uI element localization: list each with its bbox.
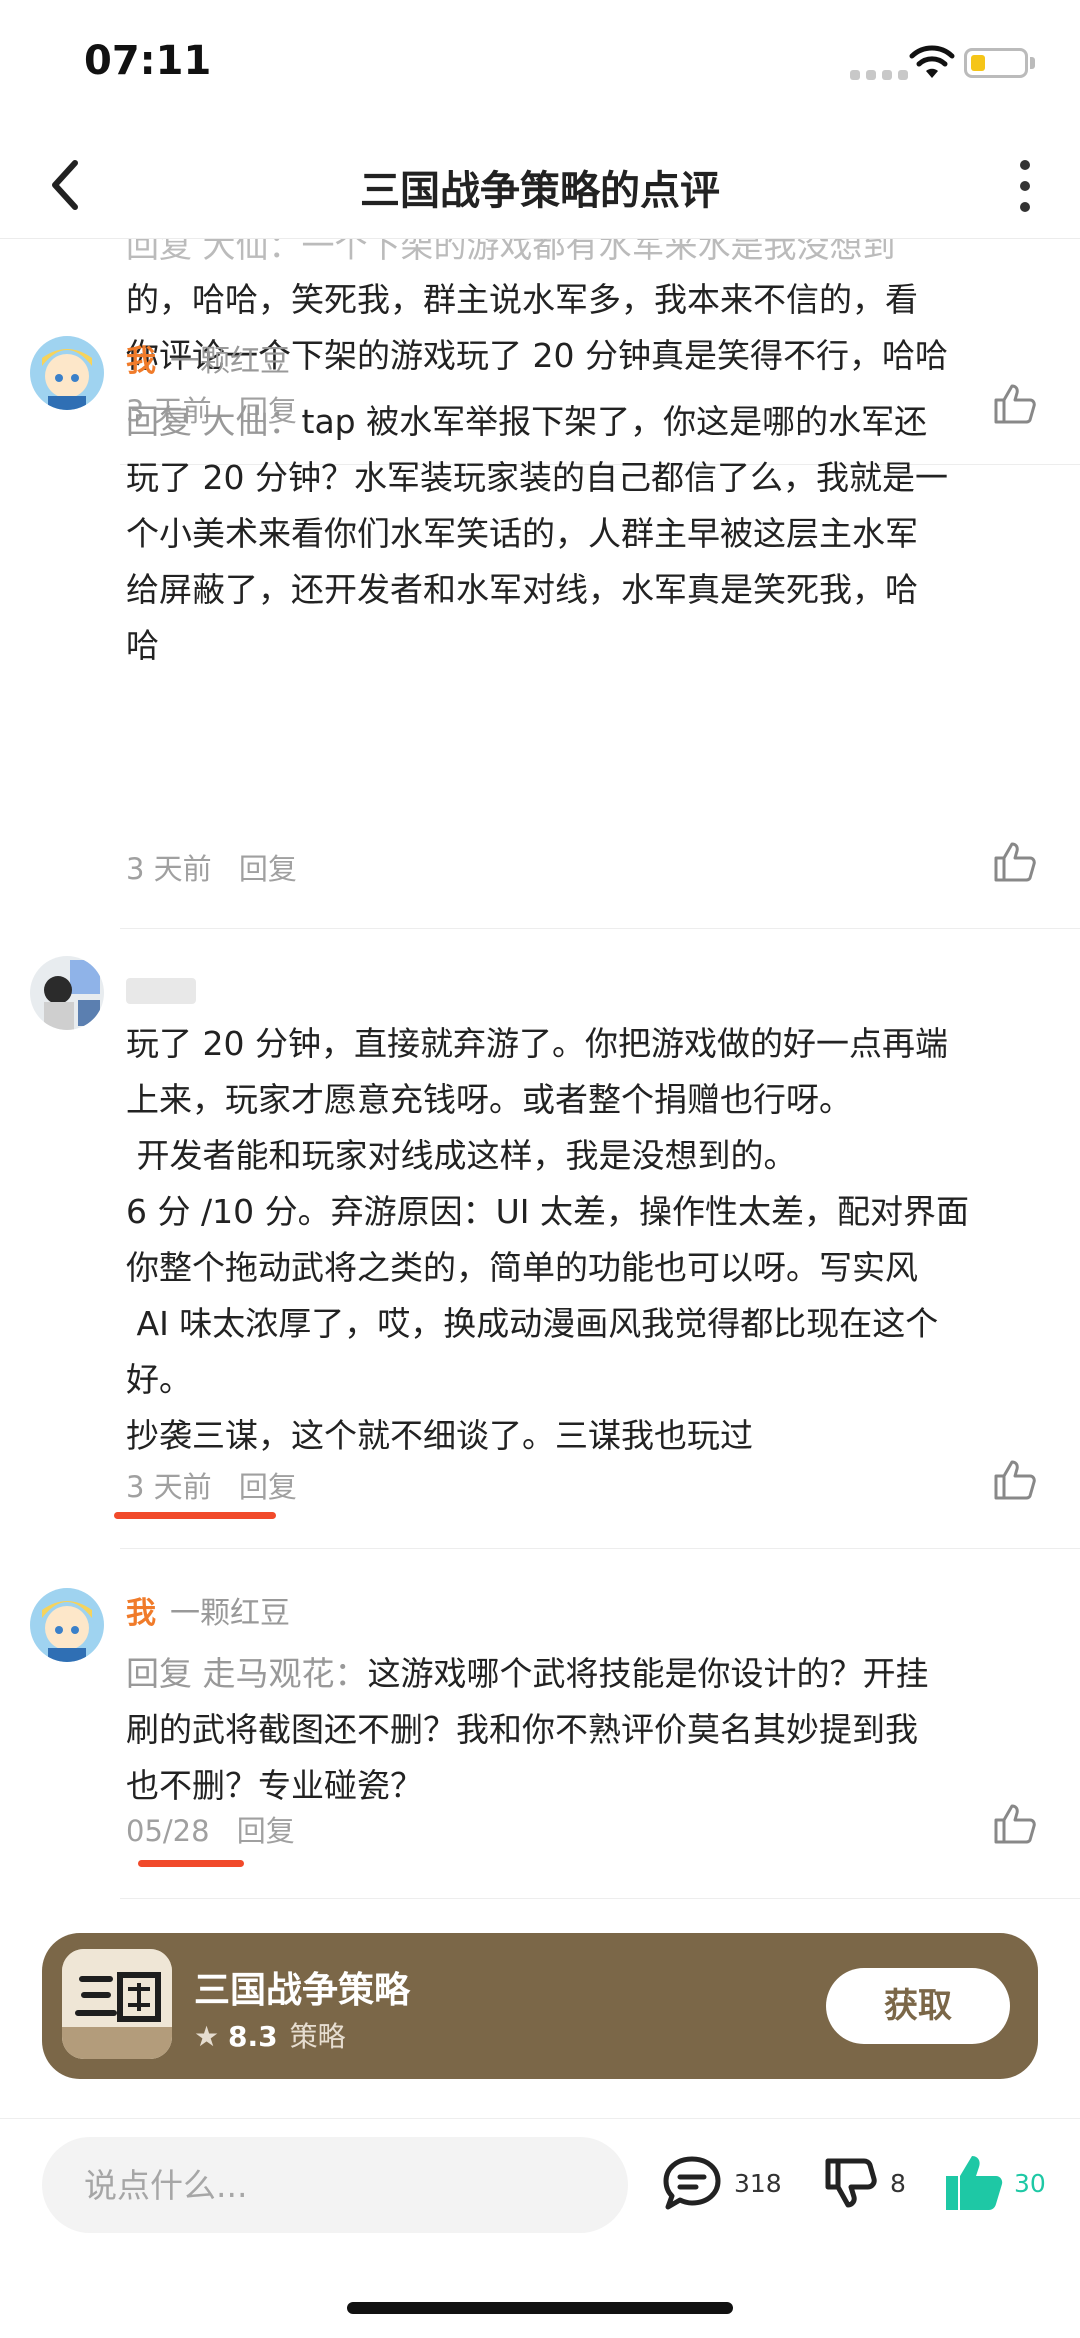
thumbs-up-filled-icon	[946, 2156, 1003, 2210]
divider	[120, 1898, 1080, 1899]
comment-meta: 05/28 回复	[126, 1808, 313, 1850]
comment-text: 玩了 20 分钟，直接就弃游了。你把游戏做的好一点再端 上来，玩家才愿意充钱呀。…	[126, 1024, 969, 1455]
app-category: 策略	[289, 2020, 346, 2053]
page-title: 三国战争策略的点评	[360, 168, 720, 214]
avatar[interactable]	[30, 336, 104, 410]
comment-list: 回复 大仙：一个下架的游戏都有水军来水是我没想到 的，哈哈，笑死我，群主说水军多…	[0, 238, 1080, 2118]
user-avatar-icon	[30, 956, 104, 1030]
author-name[interactable]: 一颗红豆	[170, 344, 290, 379]
comments-action[interactable]: 318	[660, 2151, 782, 2215]
thumbs-up-icon[interactable]	[990, 1800, 1038, 1848]
star-icon: ★	[194, 2020, 220, 2053]
comment-author: 我一颗红豆	[126, 342, 290, 382]
reply-prefix: 回复 大仙：	[126, 402, 302, 441]
battery-icon	[964, 48, 1028, 78]
comment-bubble-icon	[663, 2156, 721, 2210]
comments-count: 318	[734, 2168, 782, 2198]
avatar[interactable]	[30, 956, 104, 1030]
home-indicator	[347, 2302, 733, 2314]
nav-bar: 三国战争策略的点评	[0, 130, 1080, 239]
comment-text: 回复 大仙：tap 被水军举报下架了，你这是哪的水军还 玩了 20 分钟？水军装…	[126, 394, 1046, 674]
dislike-action[interactable]: 8	[820, 2151, 906, 2215]
comment-body: tap 被水军举报下架了，你这是哪的水军还 玩了 20 分钟？水军装玩家装的自己…	[126, 402, 948, 665]
thumbs-up-icon[interactable]	[990, 1456, 1038, 1504]
like-action[interactable]: 30	[940, 2151, 1046, 2215]
comment-time: 05/28	[126, 1814, 210, 1848]
get-app-button[interactable]: 获取	[826, 1968, 1010, 2044]
avatar[interactable]	[30, 1588, 104, 1662]
app-name: 三国战争策略	[194, 1970, 411, 2011]
user-avatar-icon	[30, 1588, 104, 1662]
comment-meta: 3 天前 回复	[126, 846, 315, 888]
thumbs-down-icon	[825, 2158, 877, 2208]
red-underline-annotation	[138, 1860, 244, 1867]
wifi-icon	[909, 45, 955, 78]
status-time: 07:11	[84, 38, 212, 84]
dislikes-count: 8	[890, 2168, 906, 2198]
reply-button[interactable]: 回复	[237, 1814, 295, 1848]
comment-text: 回复 走马观花：这游戏哪个武将技能是你设计的？开挂 刷的武将截图还不删？我和你不…	[126, 1646, 1046, 1814]
app-rating: ★ 8.3 策略	[194, 2015, 346, 2055]
comment-input[interactable]	[42, 2137, 628, 2233]
app-info-card[interactable]: 三国战争策略 ★ 8.3 策略 获取	[42, 1933, 1038, 2079]
red-underline-annotation	[114, 1512, 276, 1519]
user-avatar-icon	[30, 336, 104, 410]
comment-meta: 3 天前 回复	[126, 1464, 315, 1506]
app-icon	[62, 1949, 172, 2059]
status-bar: 07:11	[0, 0, 1080, 130]
author-name-blurred	[126, 978, 196, 1004]
me-badge: 我	[126, 344, 156, 379]
cellular-signal-icon	[850, 70, 908, 80]
me-badge: 我	[126, 1596, 156, 1631]
bottom-bar: 318 8 30	[0, 2118, 1080, 2338]
divider	[120, 928, 1080, 929]
game-logo-icon	[62, 1949, 172, 2059]
likes-count: 30	[1014, 2168, 1046, 2198]
rating-value: 8.3	[228, 2020, 278, 2053]
reply-prefix: 回复 走马观花：	[126, 1654, 368, 1693]
divider	[120, 1548, 1080, 1549]
reply-button[interactable]: 回复	[239, 1470, 297, 1504]
comment-text-partial: 回复 大仙：一个下架的游戏都有水军来水是我没想到	[126, 238, 896, 265]
battery-tip	[1030, 57, 1035, 69]
author-name[interactable]: 一颗红豆	[170, 1596, 290, 1631]
thumbs-up-icon[interactable]	[990, 838, 1038, 886]
more-options-button[interactable]	[1000, 154, 1050, 218]
comment-time: 3 天前	[126, 852, 212, 886]
comment-time: 3 天前	[126, 1470, 212, 1504]
comment-author: 我一颗红豆	[126, 1594, 290, 1634]
reply-button[interactable]: 回复	[239, 852, 297, 886]
